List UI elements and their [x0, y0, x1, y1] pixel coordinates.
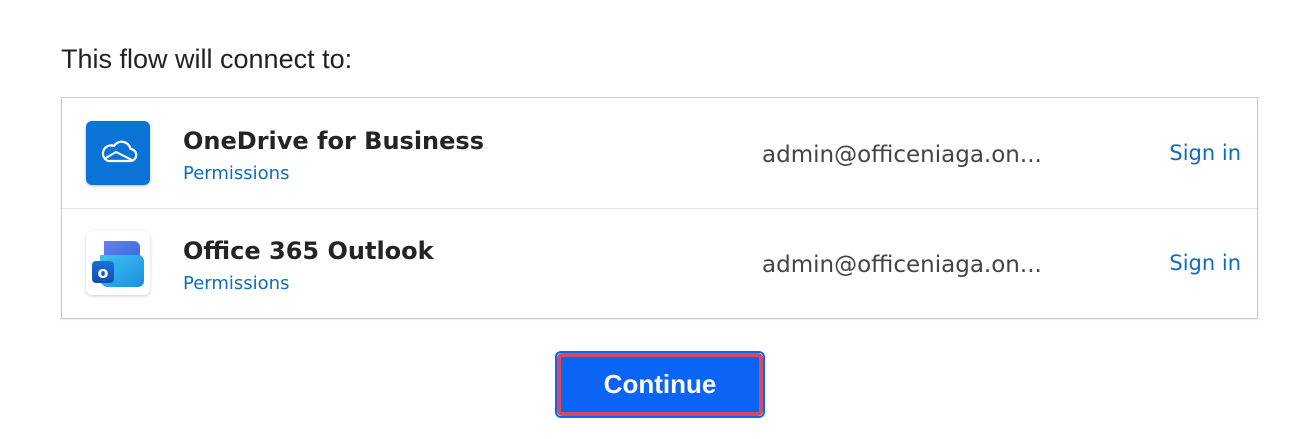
connection-row-outlook: o Office 365 Outlook Permissions admin@o… [62, 208, 1257, 318]
continue-button[interactable]: Continue [557, 353, 763, 416]
connections-list: OneDrive for Business Permissions admin@… [61, 97, 1258, 319]
connection-name: Office 365 Outlook [183, 237, 434, 265]
outlook-icon: o [86, 231, 150, 295]
connections-heading: This flow will connect to: [61, 44, 353, 74]
connection-row-onedrive: OneDrive for Business Permissions admin@… [62, 98, 1257, 209]
permissions-link[interactable]: Permissions [183, 163, 289, 184]
connection-name: OneDrive for Business [183, 127, 484, 155]
sign-in-link[interactable]: Sign in [1169, 141, 1241, 165]
account-email: admin@officeniaga.on... [762, 142, 1042, 168]
onedrive-cloud-icon [86, 121, 150, 185]
svg-text:o: o [98, 263, 109, 282]
sign-in-link[interactable]: Sign in [1169, 251, 1241, 275]
account-email: admin@officeniaga.on... [762, 252, 1042, 278]
permissions-link[interactable]: Permissions [183, 273, 289, 294]
